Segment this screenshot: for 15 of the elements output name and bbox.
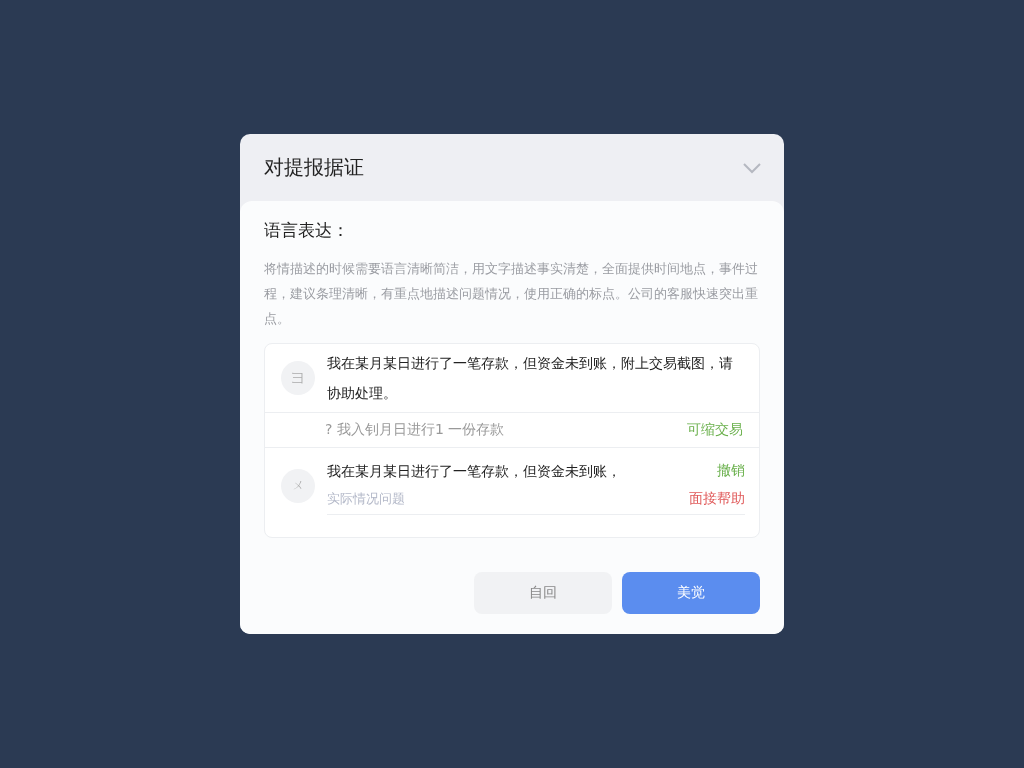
subtext: 实际情况问题 bbox=[327, 490, 405, 508]
avatar-icon: ㄨ bbox=[281, 468, 315, 503]
avatar-icon: 彐 bbox=[281, 361, 315, 395]
action-link[interactable]: 撤销 bbox=[717, 462, 745, 480]
action-link[interactable]: 可缩交易 bbox=[687, 421, 743, 439]
confirm-button[interactable]: 美觉 bbox=[622, 572, 760, 614]
section-label: 语言表达： bbox=[264, 219, 350, 242]
description-text: 将情描述的时候需要语言清晰简洁，用文字描述事实清楚，全面提供时间地点，事件过程，建议条理清晰，有重点地描述问题情况，使用正确的标点。公司的客服快速突出重点。 bbox=[264, 260, 759, 328]
hint-text: ? 我入钊月日进行1 一份存款 bbox=[325, 421, 505, 439]
dialog-title: 对提报据证 bbox=[264, 154, 364, 181]
cancel-button[interactable]: 自回 bbox=[474, 572, 612, 614]
action-link[interactable]: 面接帮助 bbox=[689, 490, 745, 508]
chevron-icon[interactable] bbox=[742, 161, 762, 174]
message-text: 我在某月某日进行了一笔存款，但资金未到账，附上交易截图，请协助处理。 bbox=[327, 354, 734, 403]
message-text: 我在某月某日进行了一笔存款，但资金未到账， bbox=[327, 462, 621, 481]
